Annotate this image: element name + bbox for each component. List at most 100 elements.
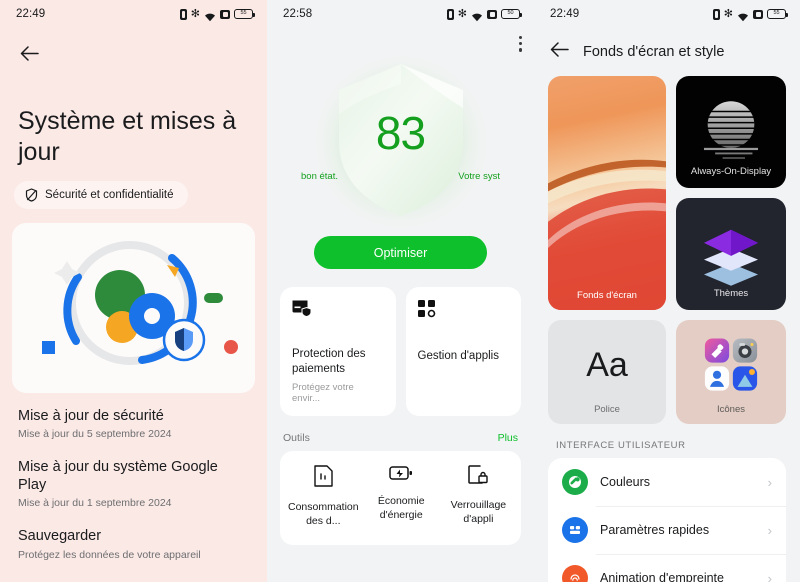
- marquee-right-text: Votre syst: [458, 171, 500, 182]
- chevron-right-icon: ›: [767, 522, 772, 538]
- status-time: 22:58: [283, 8, 313, 20]
- screenshot-icon: [220, 9, 230, 19]
- tile-label: Always-On-Display: [690, 166, 772, 177]
- item-title: Sauvegarder: [18, 528, 102, 545]
- tile-label: Icônes: [717, 404, 745, 415]
- wifi-icon: [204, 9, 216, 22]
- list-item[interactable]: Sauvegarder Protégez les données de votr…: [18, 527, 249, 560]
- optimize-button[interactable]: Optimiser: [314, 236, 487, 269]
- tile-label: Police: [594, 404, 620, 415]
- tool-label: Consommation des d...: [288, 501, 359, 527]
- bluetooth-icon: ✻: [457, 7, 467, 20]
- panel-system-updates: 22:49 ✻ 55 Système et mises à jour Sécur…: [0, 0, 267, 582]
- updates-list: Mise à jour de sécurité Mise à jour du 5…: [18, 407, 249, 561]
- status-bar: 22:49 ✻ 55: [0, 0, 267, 28]
- fingerprint-animation-icon: [562, 565, 588, 582]
- battery-icon: 50: [501, 9, 522, 19]
- wifi-icon: [737, 9, 749, 22]
- payment-card-shield-icon: [292, 300, 312, 318]
- header: Fonds d'écran et style: [534, 28, 800, 62]
- battery-icon: 55: [767, 9, 788, 19]
- tool-label: Verrouillage d'appli: [450, 499, 507, 525]
- status-bar: 22:49 ✻ 55: [534, 0, 800, 28]
- wifi-icon: [471, 9, 483, 22]
- style-tiles-grid-2: Aa Police Icônes: [548, 320, 786, 424]
- battery-icon: 55: [234, 9, 255, 19]
- list-item[interactable]: Mise à jour du système Google Play Mise …: [18, 458, 249, 509]
- status-bar: 22:58 ✻ 50: [267, 0, 534, 28]
- screenshot-icon: [753, 9, 763, 19]
- status-icons: ✻ 55: [179, 7, 255, 22]
- security-gears-illustration: [42, 241, 238, 365]
- back-button[interactable]: [550, 42, 569, 62]
- tools-card: Consommation des d... Économie d'énergie…: [280, 451, 521, 545]
- health-status-marquee: bon état. Votre syst: [301, 171, 500, 182]
- page-title: Fonds d'écran et style: [583, 44, 725, 60]
- security-illustration-card[interactable]: [12, 223, 255, 393]
- bluetooth-icon: ✻: [190, 7, 200, 20]
- battery-saver-icon: [389, 466, 413, 481]
- aod-tile[interactable]: Always-On-Display: [676, 76, 786, 188]
- font-preview: Aa: [586, 346, 628, 384]
- vibrate-icon: [712, 8, 720, 20]
- data-usage-icon: [314, 465, 333, 488]
- tool-label: Économie d'énergie: [377, 495, 425, 521]
- tool-battery-saver[interactable]: Économie d'énergie: [363, 465, 440, 528]
- list-item[interactable]: Mise à jour de sécurité Mise à jour du 5…: [18, 407, 249, 440]
- card-subtitle: Protégez votre envir...: [292, 382, 354, 405]
- panel-security-optimizer: 22:58 ✻ 50 83 bon état. Votre syst Optim…: [267, 0, 534, 582]
- back-arrow-icon: [20, 45, 39, 61]
- item-label: Couleurs: [600, 475, 651, 489]
- list-item-parametres-rapides[interactable]: Paramètres rapides ›: [548, 506, 786, 554]
- font-tile[interactable]: Aa Police: [548, 320, 666, 424]
- item-title: Mise à jour du système Google Play: [18, 459, 218, 494]
- list-item-couleurs[interactable]: Couleurs ›: [548, 458, 786, 506]
- tool-data-usage[interactable]: Consommation des d...: [284, 465, 363, 528]
- wallpaper-tile[interactable]: Fonds d'écran: [548, 76, 666, 310]
- style-tiles-grid: Fonds d'écran Always-On-Display Thèmes: [548, 76, 786, 310]
- marquee-left-text: bon état.: [301, 171, 338, 182]
- item-label: Animation d'empreinte: [600, 571, 724, 582]
- shield-icon: [25, 188, 38, 202]
- tools-more-link[interactable]: Plus: [498, 432, 518, 444]
- screenshot-icon: [487, 9, 497, 19]
- health-score-shield: 83 bon état. Votre syst: [267, 50, 534, 230]
- icons-tile[interactable]: Icônes: [676, 320, 786, 424]
- status-icons: ✻ 50: [446, 7, 522, 22]
- themes-tile[interactable]: Thèmes: [676, 198, 786, 310]
- chip-label: Sécurité et confidentialité: [45, 189, 174, 201]
- section-header: INTERFACE UTILISATEUR: [556, 440, 686, 451]
- list-item-animation-empreinte[interactable]: Animation d'empreinte ›: [548, 554, 786, 582]
- item-title: Mise à jour de sécurité: [18, 408, 164, 424]
- tool-app-lock[interactable]: Verrouillage d'appli: [440, 465, 517, 528]
- vibrate-icon: [446, 8, 454, 20]
- wallpaper-preview: [548, 159, 666, 310]
- app-management-card[interactable]: Gestion d'applis: [405, 287, 521, 417]
- tools-label: Outils: [283, 432, 310, 445]
- panel-wallpaper-style: 22:49 ✻ 55 Fonds d'écran et style Fonds …: [534, 0, 800, 582]
- item-subtitle: Protégez les données de votre appareil: [18, 548, 201, 561]
- health-score-value: 83: [375, 107, 426, 159]
- app-grid-icon: [417, 300, 435, 318]
- app-lock-icon: [468, 465, 489, 485]
- back-button[interactable]: [16, 40, 42, 66]
- card-title: Gestion d'applis: [417, 350, 499, 362]
- card-title: Protection des paiements: [292, 348, 366, 376]
- grid-column-left: Fonds d'écran: [548, 76, 666, 310]
- status-time: 22:49: [550, 8, 580, 20]
- tools-header: Outils Plus: [283, 432, 518, 444]
- payment-protection-card[interactable]: Protection des paiements Protégez votre …: [280, 287, 396, 417]
- three-phone-screenshots: 22:49 ✻ 55 Système et mises à jour Sécur…: [0, 0, 800, 582]
- vibrate-icon: [179, 8, 187, 20]
- quick-settings-icon: [562, 517, 588, 543]
- security-privacy-chip[interactable]: Sécurité et confidentialité: [14, 181, 188, 209]
- back-arrow-icon: [550, 42, 569, 57]
- palette-icon: [562, 469, 588, 495]
- status-time: 22:49: [16, 8, 46, 20]
- status-icons: ✻ 55: [712, 7, 788, 22]
- bluetooth-icon: ✻: [723, 7, 733, 20]
- tile-label: Thèmes: [713, 288, 749, 299]
- item-subtitle: Mise à jour du 1 septembre 2024: [18, 497, 172, 510]
- more-vertical-icon: [518, 36, 522, 40]
- chevron-right-icon: ›: [767, 474, 772, 490]
